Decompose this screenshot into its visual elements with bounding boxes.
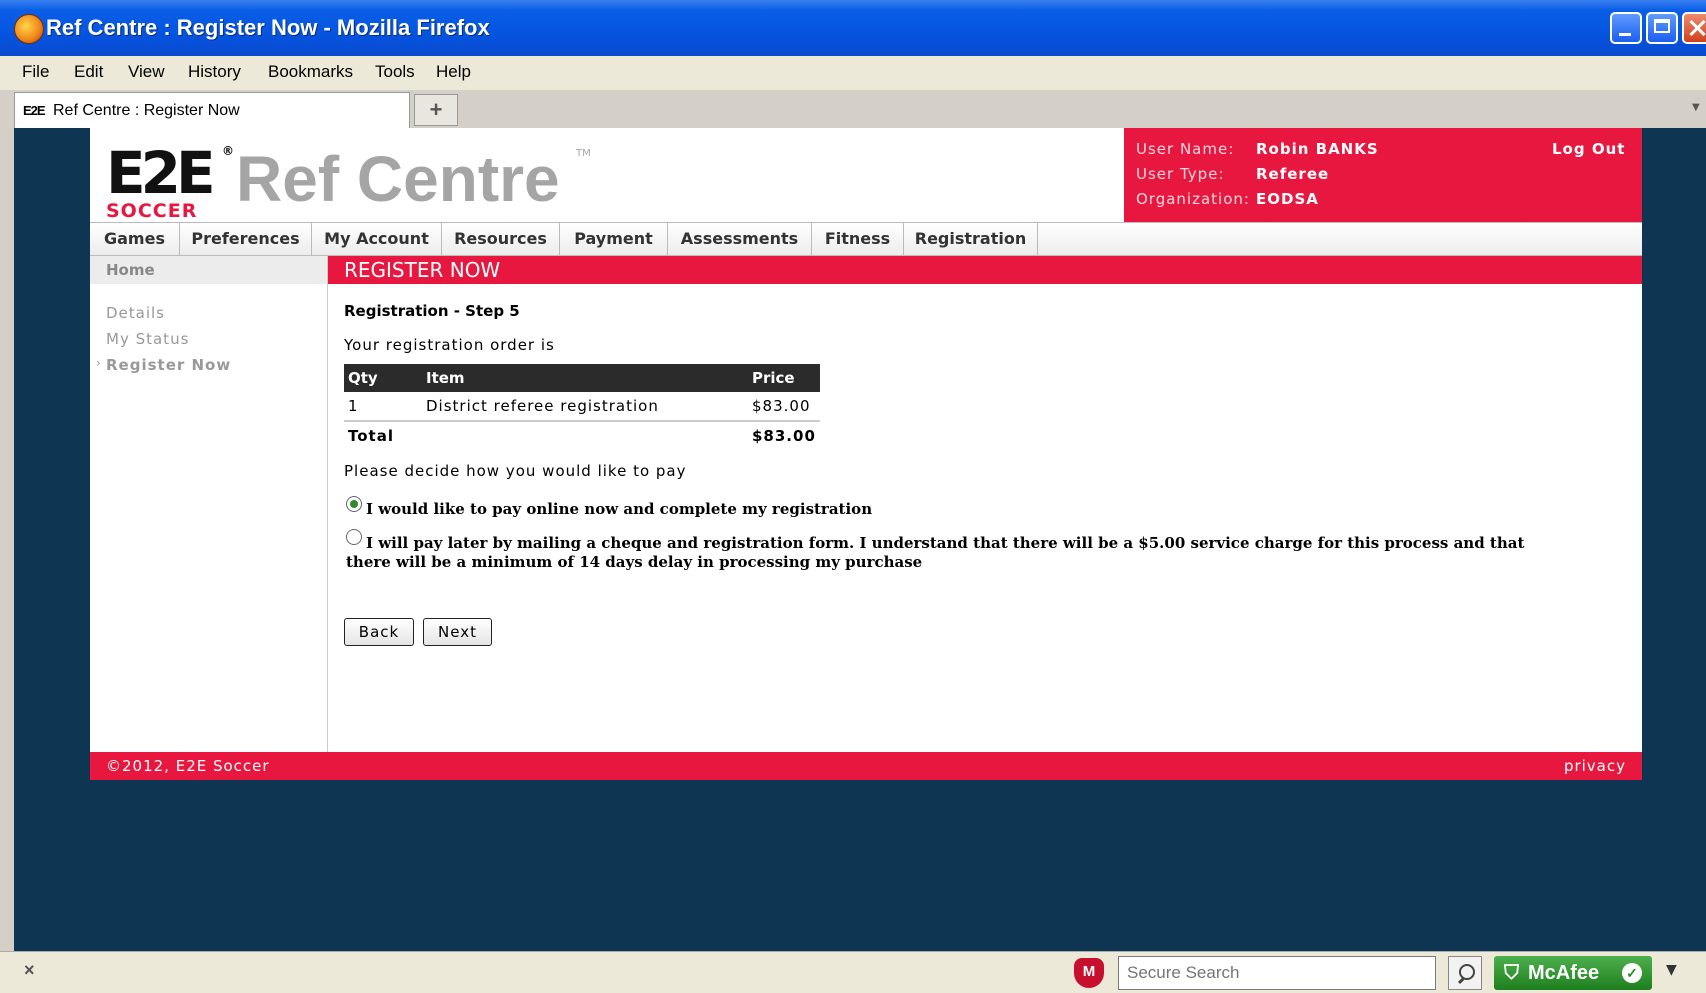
nav-registration[interactable]: Registration — [904, 223, 1038, 255]
maximize-icon[interactable] — [1646, 12, 1678, 44]
user-type-label: User Type: — [1136, 165, 1225, 183]
col-item: Item — [422, 364, 748, 392]
brand-trademark: TM — [576, 148, 591, 159]
site-logo[interactable]: E2E ® SOCCER Ref Centre TM — [106, 139, 591, 226]
mcafee-shield-icon[interactable]: M — [1074, 958, 1104, 988]
active-chevron-icon: › — [96, 356, 101, 370]
logo-soccer: SOCCER — [106, 200, 198, 222]
user-name-value: Robin BANKS — [1256, 140, 1379, 158]
pay-mail-label[interactable]: I will pay later by mailing a cheque and… — [346, 534, 1526, 572]
close-findbar-icon[interactable]: × — [24, 960, 35, 981]
nav-preferences[interactable]: Preferences — [180, 223, 312, 255]
pay-online-radio[interactable] — [346, 496, 362, 512]
sidebar-item-details[interactable]: Details — [106, 304, 165, 322]
order-table: Qty Item Price 1 District referee regist… — [344, 364, 820, 450]
row-item: District referee registration — [426, 397, 659, 415]
order-intro: Your registration order is — [344, 336, 555, 354]
chevron-down-icon[interactable]: ▼ — [1666, 962, 1677, 978]
close-icon[interactable] — [1682, 12, 1706, 44]
brand-title: Ref Centre — [236, 143, 560, 215]
menu-file[interactable]: File — [22, 62, 49, 82]
menu-view[interactable]: View — [128, 62, 165, 82]
logout-link[interactable]: Log Out — [1552, 140, 1625, 158]
mcafee-button[interactable]: ⛉ McAfee ✓ — [1494, 956, 1652, 990]
page-container: E2E ® SOCCER Ref Centre TM User Name: Ro… — [90, 128, 1642, 780]
page-footer: ©2012, E2E Soccer privacy — [90, 752, 1642, 780]
copyright-text: ©2012, E2E Soccer — [106, 757, 270, 775]
minimize-icon[interactable] — [1610, 12, 1642, 44]
pay-online-label[interactable]: I would like to pay online now and compl… — [366, 500, 1626, 519]
table-header-row: Qty Item Price — [344, 364, 820, 392]
tab-label: Ref Centre : Register Now — [53, 102, 240, 119]
user-name-label: User Name: — [1136, 140, 1235, 158]
page-title: REGISTER NOW — [328, 256, 1642, 284]
nav-my-account[interactable]: My Account — [312, 223, 442, 255]
menu-edit[interactable]: Edit — [74, 62, 103, 82]
user-info-box: User Name: Robin BANKS User Type: Refere… — [1124, 128, 1642, 222]
row-price: $83.00 — [752, 397, 811, 415]
plus-icon[interactable]: + — [414, 94, 458, 126]
total-value: $83.00 — [748, 420, 820, 450]
search-icon[interactable] — [1448, 956, 1482, 990]
window-title: Ref Centre : Register Now - Mozilla Fire… — [46, 15, 490, 40]
window-titlebar: Ref Centre : Register Now - Mozilla Fire… — [0, 0, 1706, 56]
status-bar: × M ⛉ McAfee ✓ ▼ — [0, 951, 1706, 993]
sidebar-home[interactable]: Home — [90, 256, 327, 284]
total-spacer — [422, 420, 748, 450]
menu-history[interactable]: History — [188, 62, 241, 82]
user-type-value: Referee — [1256, 165, 1330, 183]
e2e-favicon-icon: E2E — [23, 103, 46, 118]
menu-help[interactable]: Help — [436, 62, 471, 82]
organization-label: Organization: — [1136, 190, 1250, 208]
menu-bookmarks[interactable]: Bookmarks — [268, 62, 353, 82]
nav-assessments[interactable]: Assessments — [668, 223, 812, 255]
payment-prompt: Please decide how you would like to pay — [344, 462, 687, 480]
nav-games[interactable]: Games — [90, 223, 180, 255]
tab-strip: E2E Ref Centre : Register Now + ▼ — [0, 90, 1706, 128]
logo-registered-mark: ® — [222, 144, 234, 158]
col-qty: Qty — [344, 364, 422, 392]
nav-payment[interactable]: Payment — [560, 223, 668, 255]
browser-tab[interactable]: E2E Ref Centre : Register Now — [14, 92, 410, 128]
row-qty: 1 — [348, 397, 359, 415]
firefox-icon — [14, 14, 44, 44]
sidebar-item-register-now[interactable]: Register Now — [106, 356, 231, 374]
privacy-link[interactable]: privacy — [1564, 752, 1626, 780]
menu-tools[interactable]: Tools — [375, 62, 415, 82]
organization-value: EODSA — [1256, 190, 1319, 208]
browser-viewport: E2E ® SOCCER Ref Centre TM User Name: Ro… — [14, 128, 1706, 951]
main-content: REGISTER NOW Registration - Step 5 Your … — [328, 256, 1642, 752]
tab-list-chevron-down-icon[interactable]: ▼ — [1692, 102, 1700, 113]
col-price: Price — [748, 364, 820, 392]
mcafee-label: McAfee — [1528, 962, 1600, 984]
nav-fitness[interactable]: Fitness — [812, 223, 904, 255]
next-button[interactable]: Next — [423, 618, 492, 646]
secure-search-input[interactable] — [1118, 956, 1436, 990]
mcafee-logo-icon: ⛉ — [1504, 962, 1519, 984]
nav-resources[interactable]: Resources — [442, 223, 560, 255]
step-heading: Registration - Step 5 — [344, 302, 520, 320]
sidebar: Home Details My Status › Register Now — [90, 256, 328, 752]
table-total-row: Total $83.00 — [344, 420, 820, 450]
main-nav: Games Preferences My Account Resources P… — [90, 222, 1642, 256]
check-icon: ✓ — [1622, 963, 1642, 983]
table-row: 1 District referee registration $83.00 — [344, 392, 820, 421]
back-button[interactable]: Back — [344, 618, 414, 646]
menu-bar: File Edit View History Bookmarks Tools H… — [0, 56, 1706, 90]
logo-e2e: E2E — [106, 139, 216, 207]
sidebar-item-my-status[interactable]: My Status — [106, 330, 189, 348]
total-label: Total — [344, 420, 422, 450]
